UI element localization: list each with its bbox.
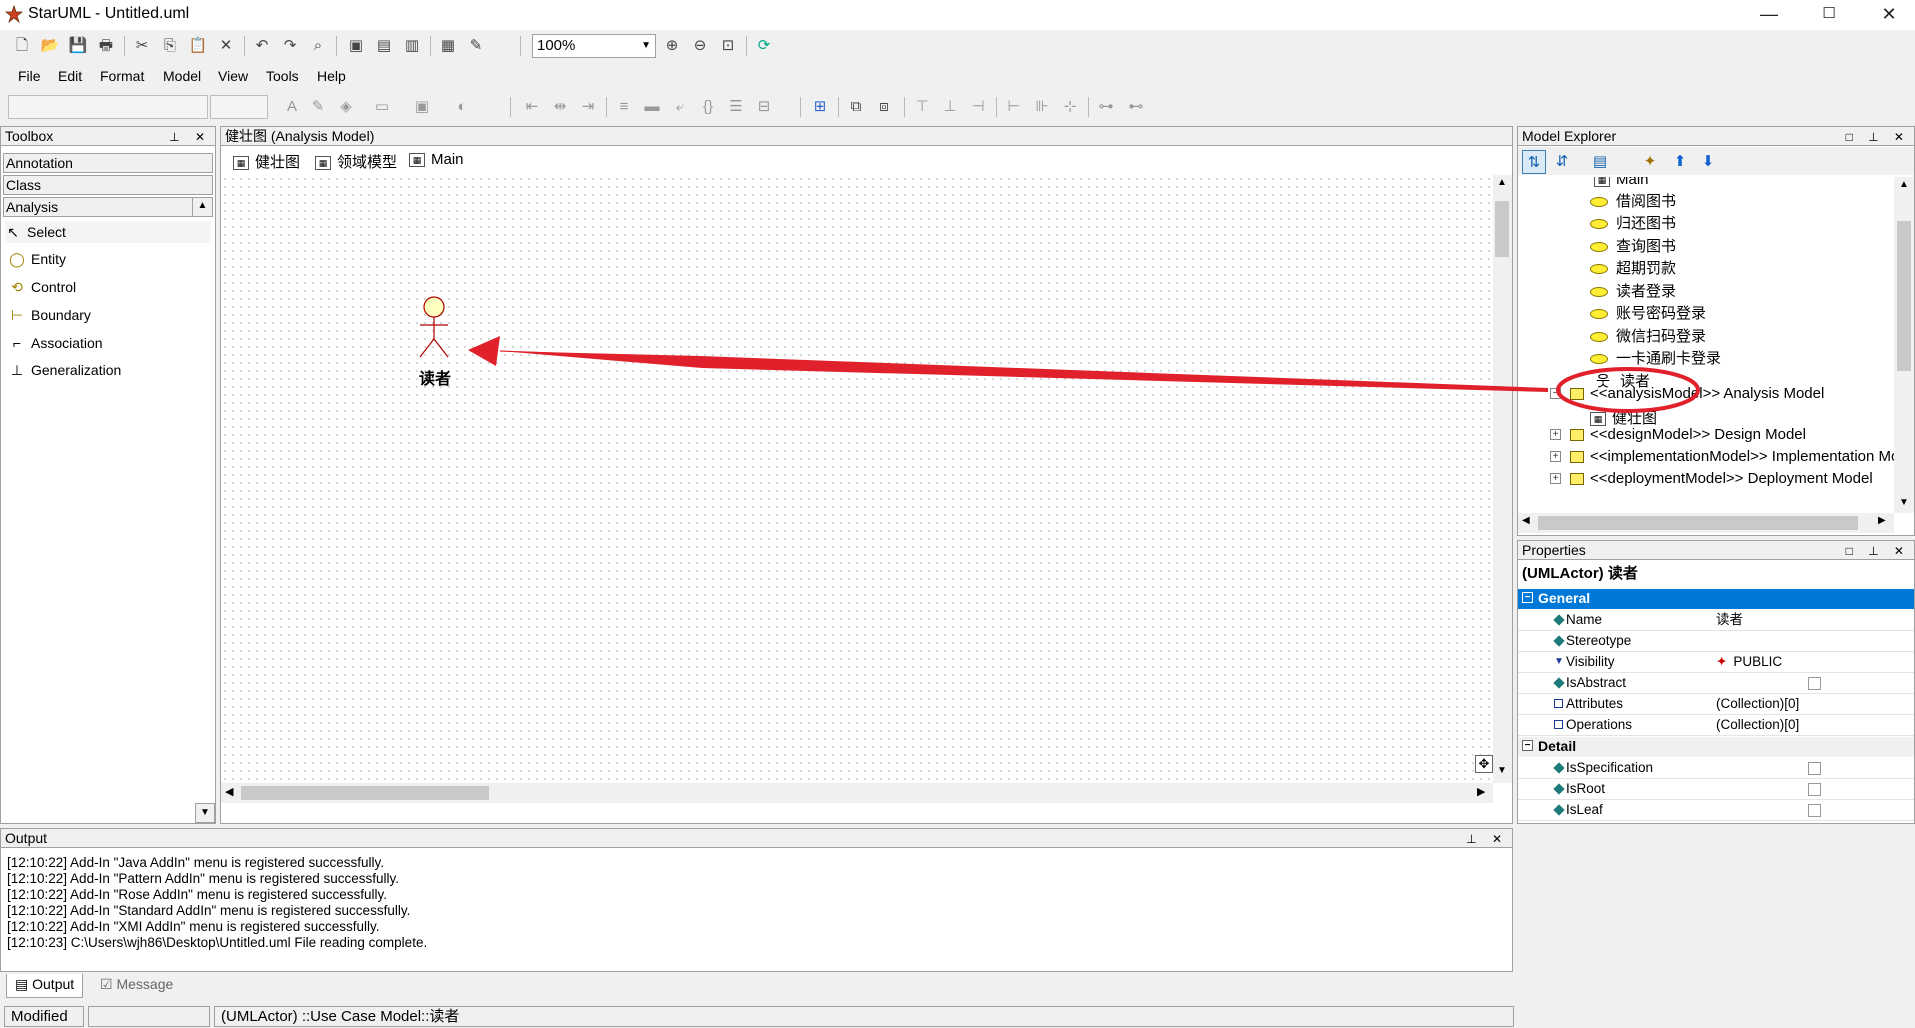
annotation-arrowhead xyxy=(468,336,500,366)
annotation-overlay xyxy=(468,336,1700,413)
annotation-circle xyxy=(1556,367,1700,413)
annotation-arrow-body xyxy=(500,351,1548,392)
